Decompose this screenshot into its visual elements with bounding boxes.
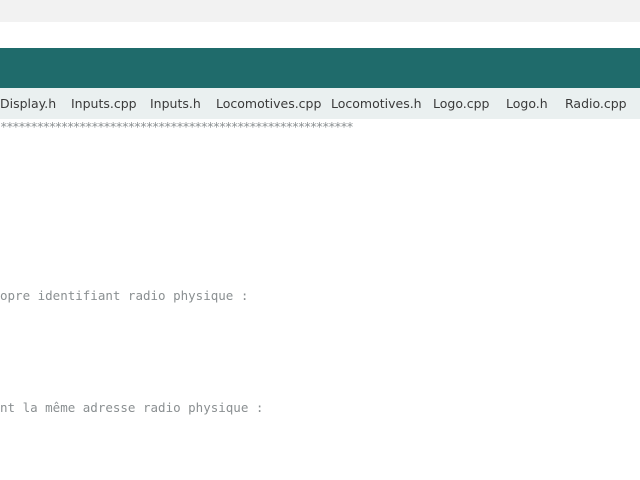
tab-locomotives-h[interactable]: Locomotives.h	[331, 88, 422, 119]
window-top-strip	[0, 0, 640, 22]
file-tab-bar: Display.h Inputs.cpp Inputs.h Locomotive…	[0, 88, 640, 120]
tab-locomotives-cpp[interactable]: Locomotives.cpp	[216, 88, 321, 119]
tab-inputs-cpp[interactable]: Inputs.cpp	[71, 88, 137, 119]
tab-logo-cpp[interactable]: Logo.cpp	[433, 88, 489, 119]
editor-header-bar	[0, 48, 640, 88]
tab-inputs-h[interactable]: Inputs.h	[150, 88, 201, 119]
code-line-address-comment: nt la même adresse radio physique :	[0, 400, 264, 415]
code-line-identifier-comment: opre identifiant radio physique :	[0, 288, 249, 303]
code-editor[interactable]: ****************************************…	[0, 119, 640, 480]
tab-radio-cpp[interactable]: Radio.cpp	[565, 88, 627, 119]
tab-logo-h[interactable]: Logo.h	[506, 88, 548, 119]
code-line-comment-stars: ****************************************…	[0, 119, 354, 134]
tab-display-h[interactable]: Display.h	[0, 88, 56, 119]
